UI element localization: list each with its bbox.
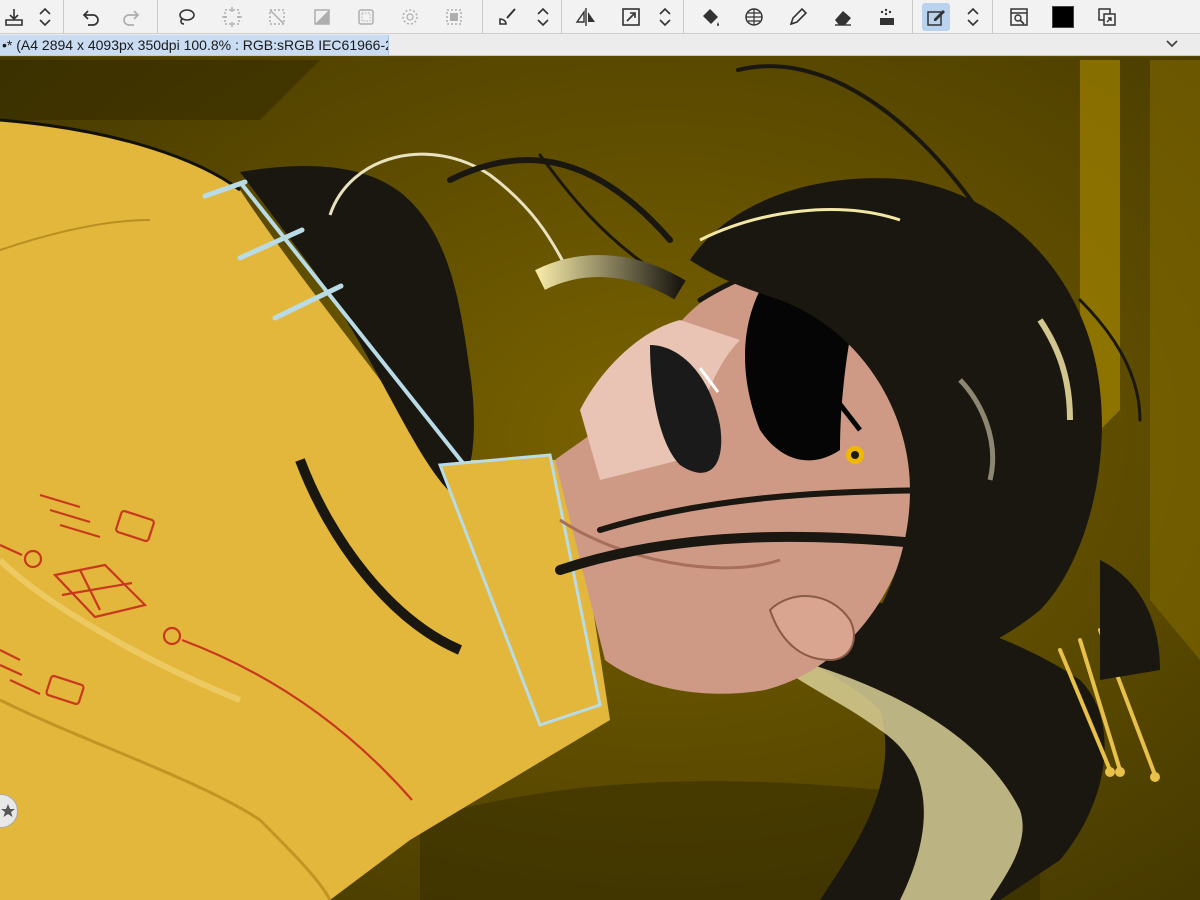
main-toolbar	[0, 0, 1200, 34]
toolbar-divider	[992, 0, 993, 34]
shrink-selection-icon[interactable]	[440, 3, 468, 31]
tone-icon[interactable]	[873, 3, 901, 31]
toolbar-divider	[63, 0, 64, 34]
chevron-down-icon[interactable]	[1164, 36, 1180, 52]
color-picker-icon[interactable]	[922, 3, 950, 31]
brush-icon[interactable]	[494, 3, 522, 31]
lasso-select-icon[interactable]	[172, 3, 200, 31]
document-tab-bar: •* (A4 2894 x 4093px 350dpi 100.8% : RGB…	[0, 34, 1200, 56]
toolbar-divider	[561, 0, 562, 34]
pen-icon[interactable]	[784, 3, 812, 31]
toolbar-divider	[157, 0, 158, 34]
import-icon[interactable]	[0, 3, 28, 31]
color-stepper-icon[interactable]	[965, 3, 981, 31]
transform-icon[interactable]	[617, 3, 645, 31]
select-all-icon[interactable]	[218, 3, 246, 31]
undo-icon[interactable]	[76, 3, 104, 31]
reference-layer-icon[interactable]	[1005, 3, 1033, 31]
artwork-canvas	[0, 57, 1200, 900]
fill-bucket-icon[interactable]	[696, 3, 724, 31]
eraser-icon[interactable]	[829, 3, 857, 31]
toolbar-divider	[482, 0, 483, 34]
selection-border-icon[interactable]	[352, 3, 380, 31]
brush-stepper-icon[interactable]	[535, 3, 551, 31]
invert-selection-icon[interactable]	[308, 3, 336, 31]
flip-horizontal-icon[interactable]	[572, 3, 600, 31]
main-color-swatch[interactable]	[1052, 6, 1074, 28]
star-icon	[1, 804, 15, 817]
document-tab[interactable]: •* (A4 2894 x 4093px 350dpi 100.8% : RGB…	[0, 35, 389, 55]
toolbar-divider	[683, 0, 684, 34]
redo-icon[interactable]	[118, 3, 146, 31]
canvas-area[interactable]	[0, 57, 1200, 900]
deselect-icon[interactable]	[263, 3, 291, 31]
toolbar-divider	[912, 0, 913, 34]
import-stepper-icon[interactable]	[37, 3, 53, 31]
swap-colors-icon[interactable]	[1093, 3, 1121, 31]
expand-selection-icon[interactable]	[396, 3, 424, 31]
grid-perspective-icon[interactable]	[740, 3, 768, 31]
transform-stepper-icon[interactable]	[657, 3, 673, 31]
